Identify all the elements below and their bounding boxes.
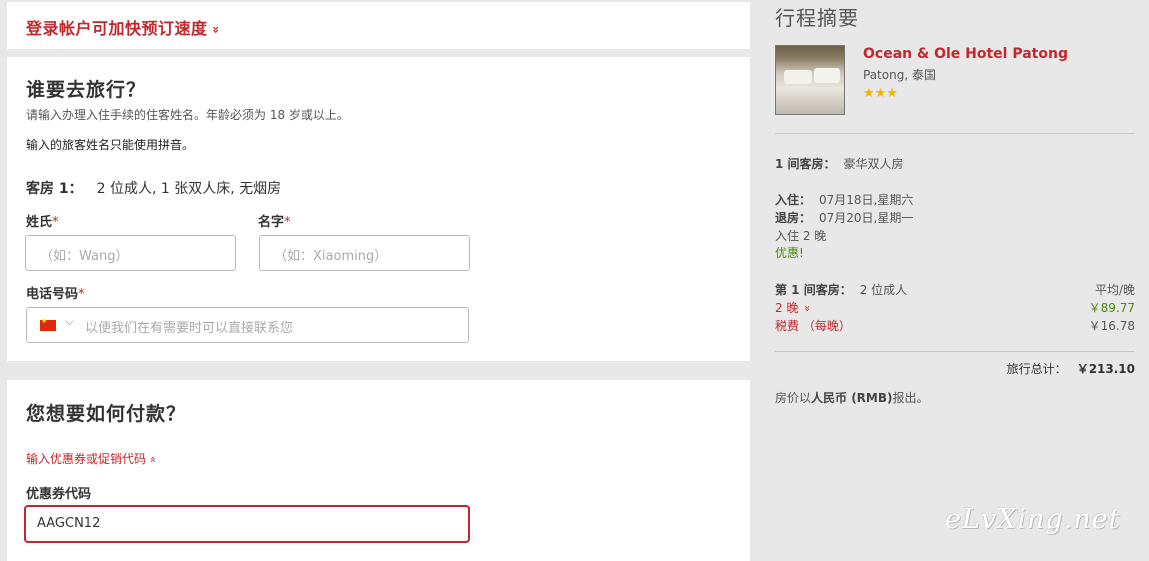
surname-placeholder: （如：Wang） <box>40 249 129 264</box>
nights-text: 入住 2 晚 <box>775 229 827 243</box>
watermark: eLvXing.net <box>945 504 1121 535</box>
login-card: 登录帐户可加快预订速度» <box>7 2 750 49</box>
promo-toggle-text: 输入优惠券或促销代码 <box>26 452 147 466</box>
phone-label-text: 电话号码 <box>26 287 79 302</box>
summary-title: 行程摘要 <box>775 6 859 30</box>
trip-total: 旅行总计： ￥213.10 <box>1007 360 1135 377</box>
chevron-down-icon: » <box>208 25 223 35</box>
nights-toggle[interactable]: 2 晚» <box>775 299 815 316</box>
avg-per-night-label: 平均/晚 <box>1094 283 1135 297</box>
hotel-name-link[interactable]: Ocean & Ole Hotel Patong <box>863 46 1068 62</box>
chevron-up-icon: » <box>145 456 159 463</box>
pinyin-hint: 输入的旅客姓名只能使用拼音。 <box>26 138 195 152</box>
room-line: 客房 1： 2 位成人, 1 张双人床, 无烟房 <box>26 178 281 198</box>
star-rating-icon: ★★★ <box>863 86 898 101</box>
room1-row: 第 1 间客房： 2 位成人 <box>775 281 907 298</box>
traveler-card: 谁要去旅行？ 请输入办理入住手续的住客姓名。年龄必须为 18 岁或以上。 输入的… <box>7 57 750 361</box>
hotel-thumbnail[interactable] <box>775 45 845 115</box>
checkout-row: 退房： 07月20日,星期一 <box>775 209 913 226</box>
login-link[interactable]: 登录帐户可加快预订速度» <box>26 15 223 39</box>
currency-note-prefix: 房价以 <box>775 391 812 405</box>
nights-toggle-text: 2 晚 <box>775 301 799 315</box>
room1-label: 第 1 间客房： <box>775 283 852 297</box>
promo-code-toggle[interactable]: 输入优惠券或促销代码» <box>26 450 159 467</box>
required-mark: * <box>284 215 291 230</box>
checkin-label: 入住： <box>775 193 812 207</box>
coupon-value: AAGCN12 <box>37 516 101 531</box>
chevron-down-icon[interactable]: ⌵ <box>65 314 74 329</box>
currency-note-suffix: 报出。 <box>892 391 929 405</box>
payment-title: 您想要如何付款？ <box>26 403 187 425</box>
required-mark: * <box>78 287 85 302</box>
payment-card: 您想要如何付款？ 输入优惠券或促销代码» 优惠券代码 AAGCN12 <box>7 380 750 561</box>
room-desc: 2 位成人, 1 张双人床, 无烟房 <box>96 181 282 197</box>
tax-label[interactable]: 税费 （每晚） <box>775 317 851 334</box>
room1-guests: 2 位成人 <box>859 283 908 297</box>
checkout-date: 07月20日,星期一 <box>819 211 914 225</box>
traveler-title: 谁要去旅行？ <box>26 79 147 101</box>
checkout-label: 退房： <box>775 211 812 225</box>
age-hint: 请输入办理入住手续的住客姓名。年龄必须为 18 岁或以上。 <box>26 108 349 122</box>
given-name-placeholder: （如：Xiaoming） <box>274 249 388 264</box>
divider <box>775 351 1135 352</box>
room-count-label: 1 间客房： <box>775 157 836 171</box>
login-link-text: 登录帐户可加快预订速度 <box>26 19 208 38</box>
currency-note: 房价以人民币 (RMB)报出。 <box>775 389 929 406</box>
given-name-label-text: 名字 <box>258 215 285 230</box>
currency-note-bold: 人民币 (RMB) <box>811 391 893 405</box>
coupon-input[interactable]: AAGCN12 <box>24 505 470 543</box>
coupon-label: 优惠券代码 <box>26 487 92 502</box>
avg-price: ￥89.77 <box>1088 301 1135 315</box>
phone-placeholder: 以便我们在有需要时可以直接联系您 <box>85 321 294 336</box>
phone-label: 电话号码* <box>26 283 85 302</box>
room-type: 豪华双人房 <box>843 157 904 171</box>
required-mark: * <box>52 215 59 230</box>
given-name-label: 名字* <box>258 211 291 230</box>
surname-label-text: 姓氏 <box>26 215 53 230</box>
hotel-location: Patong, 泰国 <box>863 68 936 82</box>
given-name-input[interactable]: （如：Xiaoming） <box>259 235 470 271</box>
surname-input[interactable]: （如：Wang） <box>25 235 236 271</box>
room-label: 客房 1： <box>26 181 83 197</box>
divider <box>775 133 1135 134</box>
phone-input[interactable]: ⌵ 以便我们在有需要时可以直接联系您 <box>26 307 469 343</box>
total-value: ￥213.10 <box>1076 362 1135 376</box>
china-flag-icon[interactable] <box>40 317 56 331</box>
chevron-down-icon: » <box>801 305 815 312</box>
trip-summary: 行程摘要 Ocean & Ole Hotel Patong Patong, 泰国… <box>775 0 1135 561</box>
checkin-date: 07月18日,星期六 <box>819 193 914 207</box>
tax-price: ￥16.78 <box>1088 319 1135 333</box>
total-label: 旅行总计： <box>1006 362 1067 376</box>
surname-label: 姓氏* <box>26 211 59 230</box>
checkin-row: 入住： 07月18日,星期六 <box>775 191 913 208</box>
deal-badge: 优惠! <box>775 246 804 260</box>
room-count-row: 1 间客房： 豪华双人房 <box>775 155 904 172</box>
